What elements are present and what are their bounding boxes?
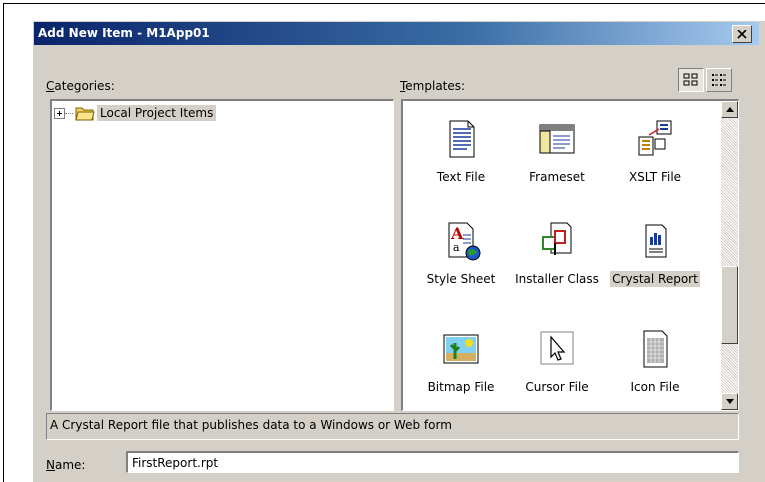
close-icon — [737, 29, 747, 39]
template-icon-file[interactable]: Icon File — [605, 329, 705, 395]
xslt-file-icon — [638, 120, 672, 156]
svg-text:a: a — [453, 241, 460, 254]
small-icons-view-button[interactable] — [706, 68, 732, 92]
template-cursor-file[interactable]: Cursor File — [507, 329, 607, 395]
template-frameset[interactable]: Frameset — [507, 119, 607, 185]
template-label: Crystal Report — [610, 271, 700, 287]
name-label-rest: ame: — [54, 458, 86, 472]
bitmap-file-icon — [443, 334, 479, 364]
template-label: Icon File — [630, 380, 680, 394]
template-style-sheet[interactable]: A a Style Sheet — [411, 221, 511, 287]
cursor-file-icon — [540, 331, 574, 365]
template-label: Frameset — [529, 170, 585, 184]
scroll-down-button[interactable] — [721, 393, 738, 410]
template-label: Installer Class — [515, 272, 599, 286]
name-input[interactable] — [126, 451, 739, 473]
crystal-report-icon — [645, 224, 667, 258]
scroll-thumb[interactable] — [721, 266, 738, 344]
template-description: A Crystal Report file that publishes dat… — [46, 413, 739, 440]
template-bitmap-file[interactable]: Bitmap File — [411, 329, 511, 395]
name-label: Name: — [46, 458, 86, 472]
template-text-file[interactable]: Text File — [411, 119, 511, 185]
small-icons-icon — [712, 74, 726, 86]
add-new-item-dialog: Add New Item - M1App01 Categories: Templ… — [32, 20, 765, 482]
large-icons-icon — [683, 73, 698, 86]
icon-file-icon — [643, 330, 668, 368]
categories-tree[interactable]: Local Project Items — [50, 99, 394, 411]
templates-list[interactable]: Text File Frameset XSLT File A a Style S… — [401, 99, 739, 411]
template-label: XSLT File — [628, 170, 682, 184]
tree-item-local-project-items[interactable]: Local Project Items — [54, 104, 217, 122]
template-label: Bitmap File — [427, 380, 495, 394]
arrow-up-icon — [725, 107, 734, 112]
style-sheet-icon: A a — [448, 222, 481, 261]
title-bar[interactable]: Add New Item - M1App01 — [34, 22, 759, 45]
template-xslt-file[interactable]: XSLT File — [605, 119, 705, 185]
categories-label-rest: ategories: — [54, 79, 115, 93]
installer-class-icon — [542, 222, 572, 255]
tree-connector — [65, 112, 73, 114]
arrow-down-icon — [725, 399, 734, 404]
templates-label: Templates: — [400, 79, 466, 93]
tree-item-label: Local Project Items — [97, 105, 217, 121]
template-installer-class[interactable]: Installer Class — [507, 221, 607, 287]
expand-toggle[interactable] — [54, 107, 65, 119]
template-label: Text File — [436, 170, 486, 184]
close-button[interactable] — [732, 25, 752, 43]
templates-label-rest: emplates: — [405, 79, 466, 93]
templates-scrollbar[interactable] — [721, 101, 738, 410]
dialog-title: Add New Item - M1App01 — [38, 26, 210, 40]
scroll-up-button[interactable] — [721, 101, 738, 118]
template-label: Cursor File — [525, 380, 589, 394]
folder-icon — [75, 107, 95, 121]
template-label: Style Sheet — [426, 272, 496, 286]
large-icons-view-button[interactable] — [678, 68, 704, 92]
template-crystal-report[interactable]: Crystal Report — [605, 221, 705, 287]
text-file-icon — [449, 120, 475, 158]
frameset-icon — [539, 124, 575, 154]
categories-label: Categories: — [46, 79, 115, 93]
